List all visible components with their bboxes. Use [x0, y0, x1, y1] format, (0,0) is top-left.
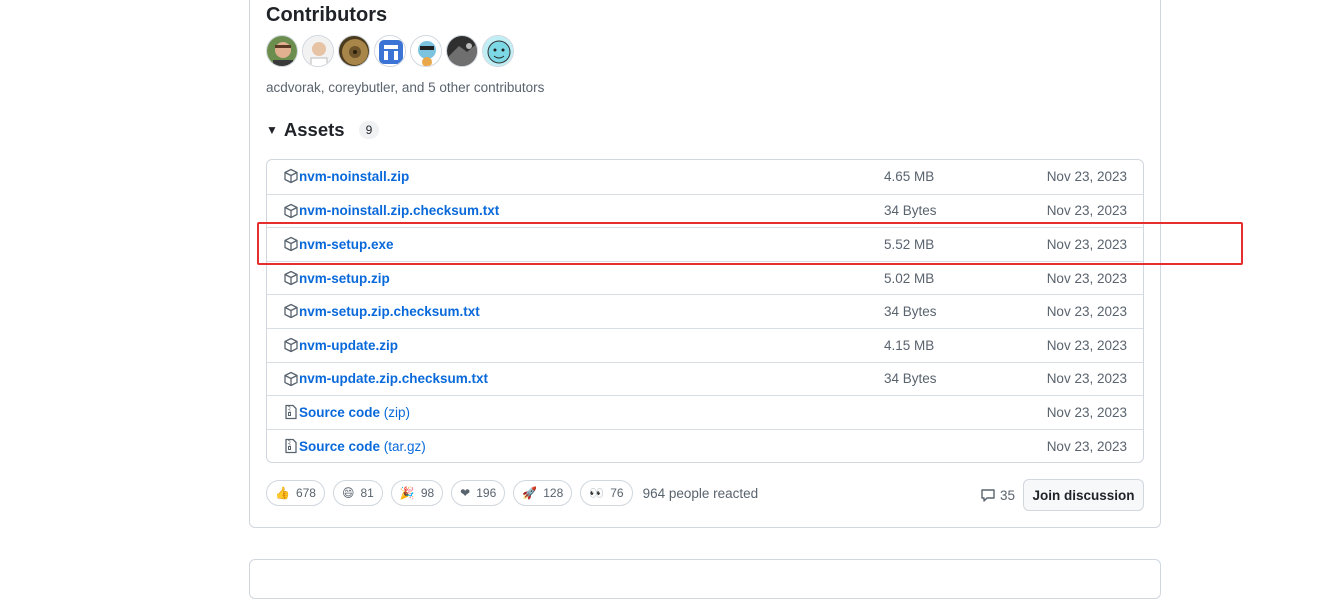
asset-link[interactable]: nvm-update.zip.checksum.txt [299, 371, 488, 386]
reaction-button[interactable]: 👀 76 [580, 480, 633, 506]
package-icon [283, 303, 299, 319]
file-zip-icon [283, 438, 299, 454]
asset-row: nvm-noinstall.zip 4.65 MB Nov 23, 2023 [267, 160, 1143, 194]
asset-link[interactable]: Source code (zip) [299, 405, 410, 420]
avatar[interactable] [410, 35, 442, 67]
avatar[interactable] [482, 35, 514, 67]
eyes-icon: 👀 [589, 486, 605, 500]
asset-link[interactable]: nvm-setup.zip [299, 271, 390, 286]
reaction-count: 76 [610, 486, 624, 500]
asset-row: nvm-setup.zip.checksum.txt 34 Bytes Nov 23… [267, 294, 1143, 328]
asset-date: Nov 23, 2023 [1046, 371, 1127, 387]
caret-down-icon: ▼ [266, 123, 278, 137]
asset-link[interactable]: nvm-noinstall.zip [299, 169, 409, 184]
highlight-box [257, 222, 1243, 265]
asset-row: nvm-update.zip.checksum.txt 34 Bytes Nov 2… [267, 361, 1143, 396]
asset-size: 4.65 MB [884, 169, 935, 185]
package-icon [283, 337, 299, 353]
heart-icon: ❤ [460, 486, 471, 500]
package-icon [283, 371, 299, 387]
rocket-icon: 🚀 [522, 486, 538, 500]
package-icon [283, 270, 299, 286]
comments-count[interactable]: 35 [980, 487, 1015, 503]
package-icon [283, 203, 299, 219]
contributors-heading: Contributors [266, 4, 388, 26]
asset-date: Nov 23, 2023 [1046, 438, 1127, 454]
asset-name: nvm-update.zip [299, 337, 399, 353]
laugh-icon: 😄 [341, 486, 355, 500]
asset-row: Source code (tar.gz) Nov 23, 2023 [267, 428, 1143, 462]
asset-name: Source code [299, 404, 381, 420]
contributors-summary: acdvorak, coreybutler, and 5 other contr… [266, 80, 545, 95]
hooray-icon: 🎉 [399, 486, 415, 500]
reaction-count: 678 [295, 486, 316, 500]
asset-date: Nov 23, 2023 [1046, 404, 1127, 420]
asset-name: nvm-noinstall.zip [299, 169, 410, 185]
asset-date: Nov 23, 2023 [1046, 203, 1127, 219]
asset-size: 34 Bytes [884, 203, 937, 219]
avatar[interactable] [302, 35, 334, 67]
assets-heading: Assets [283, 119, 345, 140]
assets-list: nvm-noinstall.zip 4.65 MB Nov 23, 2023 nvm-… [266, 159, 1144, 463]
asset-link[interactable]: Source code (tar.gz) [299, 439, 426, 454]
file-zip-icon [283, 404, 299, 420]
asset-name: Source code [299, 438, 381, 454]
asset-link[interactable]: nvm-update.zip [299, 338, 398, 353]
reaction-button[interactable]: 🎉 98 [390, 480, 444, 506]
comments-count-label: 35 [1000, 487, 1016, 503]
reaction-count: 196 [476, 486, 497, 500]
reaction-count: 81 [360, 486, 374, 500]
asset-date: Nov 23, 2023 [1046, 337, 1127, 353]
asset-date: Nov 23, 2023 [1046, 270, 1127, 286]
reaction-summary: 964 people reacted [642, 485, 759, 501]
asset-size: 5.02 MB [884, 270, 935, 286]
reaction-count: 98 [420, 486, 435, 500]
asset-name: nvm-setup.zip [299, 270, 390, 286]
asset-row: Source code (zip) Nov 23, 2023 [267, 395, 1143, 429]
reactions-bar: 👍 678 😄 81 🎉 98 ❤ 196 🚀 128 👀 76 964 people reacted [266, 480, 758, 506]
join-discussion-button[interactable]: Join discussion [1023, 479, 1144, 511]
asset-row: nvm-setup.zip 5.02 MB Nov 23, 2023 [267, 260, 1143, 295]
asset-date: Nov 23, 2023 [1046, 169, 1127, 185]
reaction-button[interactable]: 😄 81 [332, 480, 383, 506]
reaction-button[interactable]: ❤ 196 [451, 480, 506, 506]
asset-name: nvm-update.zip.checksum.txt [299, 371, 489, 387]
asset-suffix: (tar.gz) [380, 438, 426, 454]
asset-size: 34 Bytes [884, 371, 937, 387]
thumbs-up-icon: 👍 [275, 486, 290, 500]
comment-icon [981, 489, 995, 502]
asset-suffix: (zip) [380, 404, 411, 420]
avatar[interactable] [266, 35, 298, 67]
reaction-button[interactable]: 🚀 128 [513, 480, 573, 506]
asset-size: 4.15 MB [884, 337, 935, 353]
asset-size: 34 Bytes [884, 304, 937, 320]
assets-toggle[interactable]: ▼ Assets 9 [266, 119, 380, 141]
asset-row: nvm-update.zip 4.15 MB Nov 23, 2023 [267, 327, 1143, 362]
next-release-card [249, 559, 1161, 599]
package-icon [283, 168, 299, 184]
avatar[interactable] [374, 35, 406, 67]
reaction-button[interactable]: 👍 678 [266, 480, 325, 506]
asset-date: Nov 23, 2023 [1046, 304, 1127, 320]
avatar[interactable] [338, 35, 370, 67]
asset-name: nvm-noinstall.zip.checksum.txt [299, 203, 500, 219]
assets-count-badge: 9 [358, 121, 380, 139]
asset-name: nvm-setup.zip.checksum.txt [299, 304, 480, 320]
asset-link[interactable]: nvm-setup.zip.checksum.txt [299, 304, 480, 319]
reaction-count: 128 [543, 486, 564, 500]
contributor-avatars [266, 35, 514, 67]
asset-link[interactable]: nvm-noinstall.zip.checksum.txt [299, 203, 499, 218]
avatar[interactable] [446, 35, 478, 67]
